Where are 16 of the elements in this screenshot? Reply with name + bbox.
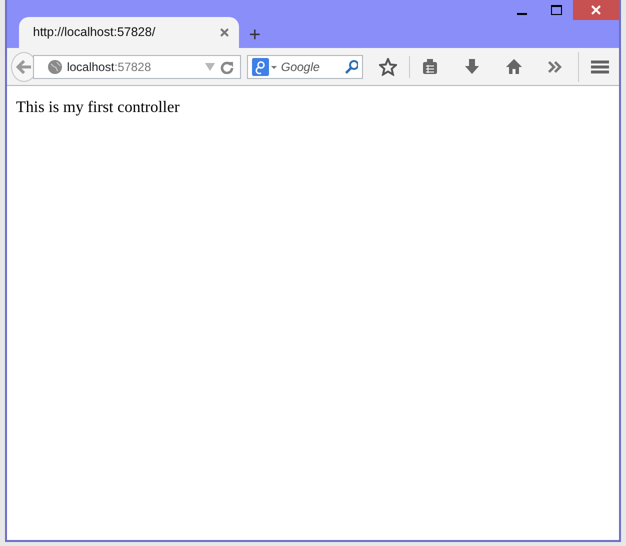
search-engine-icon[interactable] xyxy=(252,58,277,76)
close-tab-icon[interactable] xyxy=(220,28,229,37)
search-bar[interactable]: Google xyxy=(247,54,364,78)
search-icon[interactable] xyxy=(345,60,358,74)
close-button[interactable] xyxy=(573,0,619,20)
address-bar[interactable]: localhost:57828 xyxy=(32,54,242,78)
browser-tab[interactable]: http://localhost:57828/ xyxy=(19,17,239,48)
page-text: This is my first controller xyxy=(16,98,181,118)
minimize-icon xyxy=(517,12,527,14)
close-icon xyxy=(591,5,601,15)
new-tab-button[interactable]: + xyxy=(245,25,265,45)
maximize-icon xyxy=(550,5,562,15)
globe-icon xyxy=(48,60,62,74)
back-arrow-icon xyxy=(16,60,32,74)
reload-icon[interactable] xyxy=(220,60,234,74)
url-text: localhost:57828 xyxy=(66,58,152,76)
